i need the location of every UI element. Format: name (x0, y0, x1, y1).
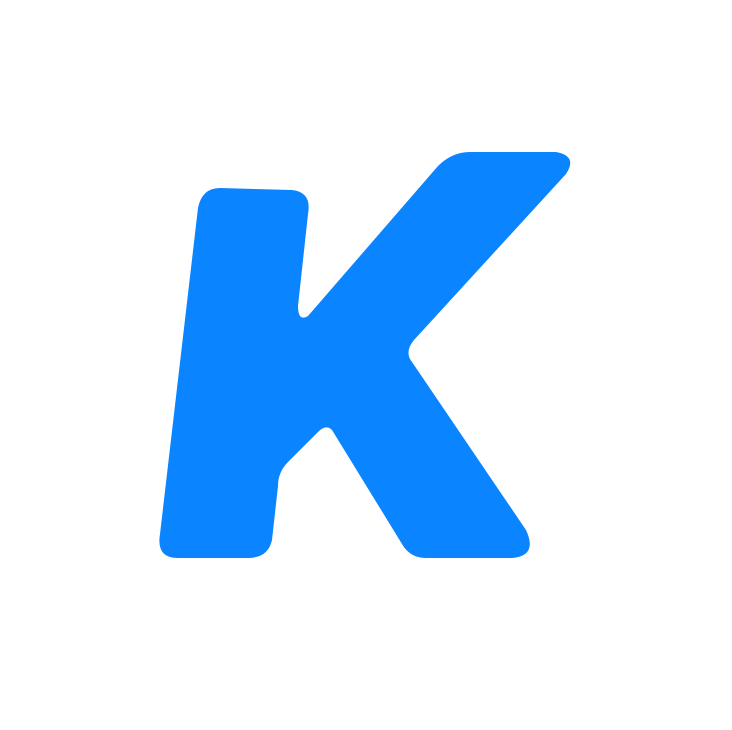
k-logo-svg (159, 152, 571, 558)
k-letter-logo-icon (0, 0, 732, 730)
k-letter-shape (159, 152, 571, 558)
logo-canvas (0, 0, 732, 730)
